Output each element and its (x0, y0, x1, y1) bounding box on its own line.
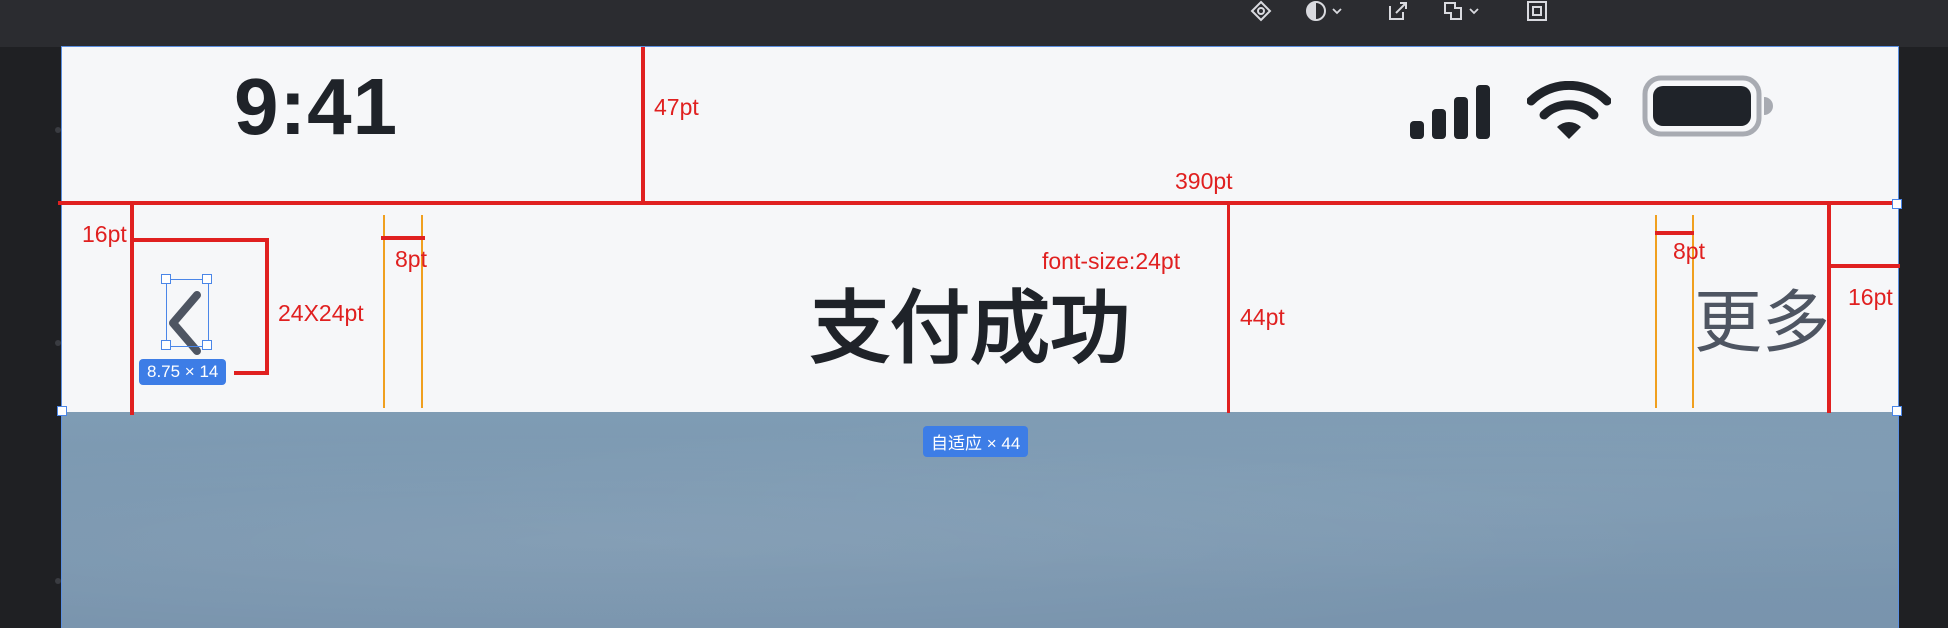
frame-icon[interactable] (1526, 0, 1548, 22)
status-height-line (641, 47, 645, 205)
right-padding-label: 16pt (1848, 284, 1893, 310)
status-bar: 9:41 (62, 47, 1898, 204)
right-gap-line (1655, 231, 1694, 235)
right-gap-guide (1655, 215, 1657, 408)
nav-height-label: 44pt (1240, 304, 1285, 330)
left-padding-label: 16pt (82, 221, 127, 247)
back-size-line-bottom (234, 371, 269, 375)
left-gap-guide (421, 215, 423, 408)
phone-frame: 9:41 支付成功 更多 (61, 46, 1899, 628)
canvas-dot (55, 127, 61, 133)
cellular-signal-icon (1410, 85, 1490, 139)
right-gap-label: 8pt (1673, 238, 1705, 264)
title-font-label: font-size:24pt (1042, 248, 1181, 274)
chevron-down-icon (1469, 8, 1479, 15)
resize-handle[interactable] (161, 340, 171, 350)
left-gap-guide (383, 215, 385, 408)
component-icon[interactable] (1250, 0, 1272, 22)
right-padding-line (1829, 264, 1900, 268)
chevron-down-icon (1332, 8, 1342, 15)
battery-icon (1642, 75, 1773, 137)
boolean-icon (1444, 2, 1462, 20)
canvas-dot (55, 340, 61, 346)
nav-size-badge: 自适应 × 44 (923, 426, 1029, 457)
left-padding-line (130, 203, 134, 415)
status-time: 9:41 (234, 62, 399, 151)
width-line (58, 201, 1900, 205)
resize-handle[interactable] (202, 340, 212, 350)
back-size-badge: 8.75 × 14 (139, 359, 227, 385)
left-gap-line (381, 236, 425, 240)
export-icon[interactable] (1387, 0, 1409, 22)
canvas-dot (55, 578, 61, 584)
boolean-menu[interactable] (1442, 0, 1480, 22)
width-label: 390pt (1175, 168, 1233, 194)
page-title: 支付成功 (810, 282, 1130, 375)
contrast-menu[interactable] (1305, 0, 1343, 22)
resize-handle[interactable] (1892, 199, 1902, 209)
resize-handle[interactable] (57, 406, 67, 416)
right-padding-line (1827, 203, 1831, 413)
more-button[interactable]: 更多 (1694, 267, 1830, 366)
back-selection-box (166, 279, 209, 347)
resize-handle[interactable] (1892, 406, 1902, 416)
back-size-line-top (132, 238, 269, 242)
back-size-line-right (265, 238, 269, 375)
resize-handle[interactable] (202, 274, 212, 284)
resize-handle[interactable] (161, 274, 171, 284)
contrast-icon (1306, 1, 1326, 21)
wifi-icon (1527, 81, 1611, 139)
status-height-label: 47pt (654, 94, 699, 120)
nav-height-line (1227, 203, 1230, 413)
back-size-label: 24X24pt (278, 300, 364, 326)
left-gap-label: 8pt (395, 246, 427, 272)
editor-toolbar (0, 0, 1948, 47)
